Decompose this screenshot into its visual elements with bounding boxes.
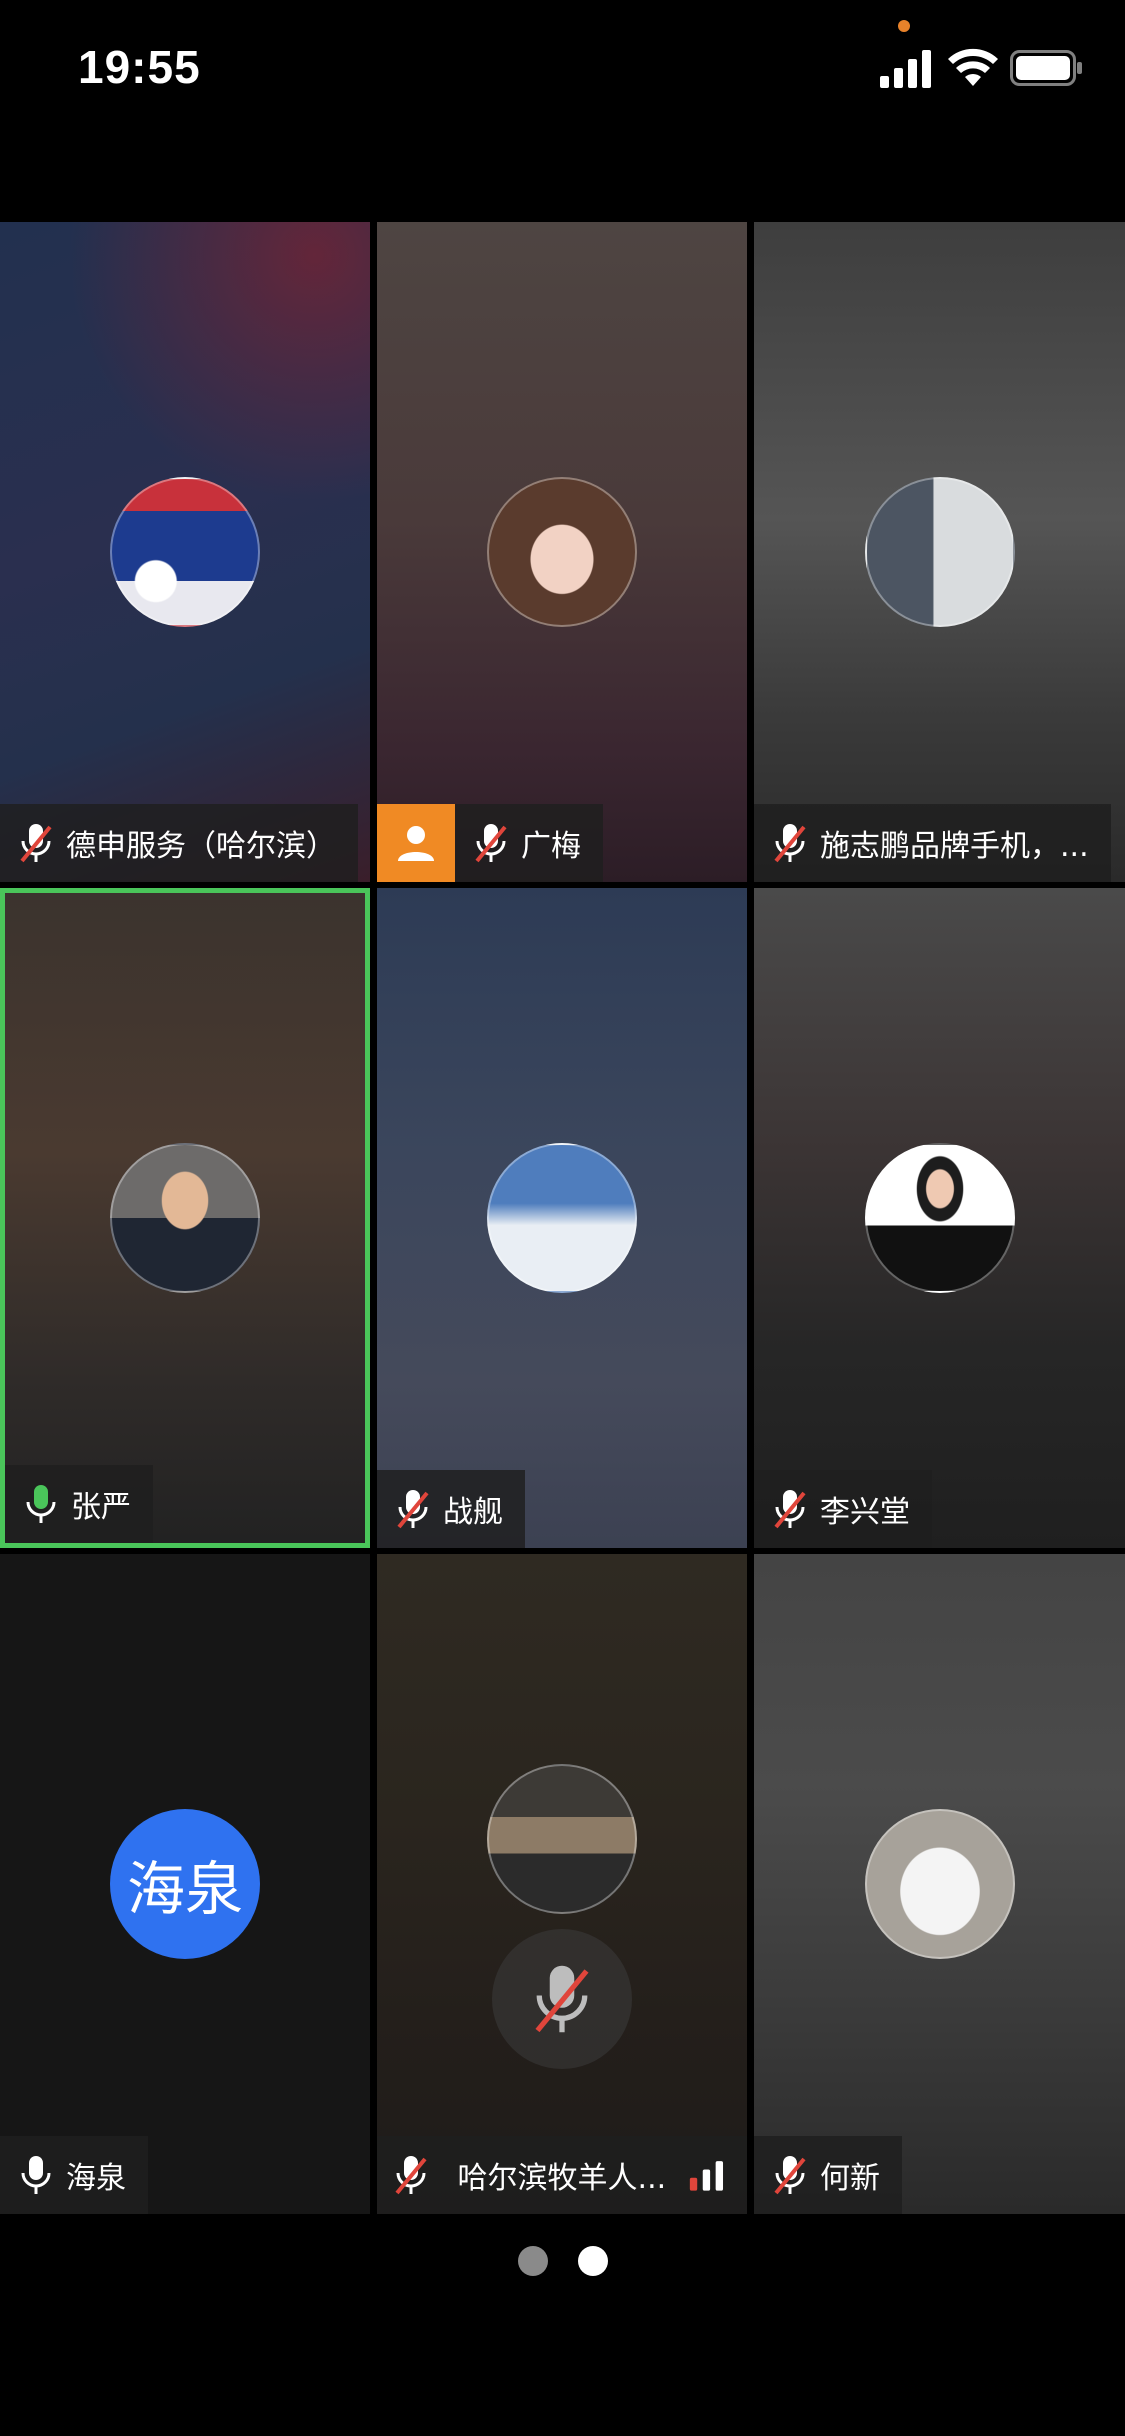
participant-tile[interactable]: 哈尔滨牧羊人...: [377, 1554, 747, 2214]
network-quality-icon: [689, 2161, 724, 2191]
participant-tile[interactable]: 李兴堂: [754, 888, 1125, 1548]
mic-unmuted-icon: [14, 2151, 58, 2199]
page-dot-1[interactable]: [517, 2246, 548, 2276]
participant-nameplate: 何新: [754, 2136, 902, 2214]
participant-name: 李兴堂: [820, 1495, 910, 1530]
wifi-icon: [948, 48, 998, 86]
page-indicator[interactable]: [0, 2246, 1125, 2276]
status-bar: 19:55: [0, 0, 1125, 140]
participant-nameplate: 德申服务（哈尔滨）: [0, 804, 358, 882]
mic-muted-icon: [768, 1485, 812, 1533]
participant-name: 战舰: [443, 1495, 503, 1530]
person-icon: [398, 826, 434, 861]
participant-tile[interactable]: 何新: [754, 1554, 1125, 2214]
status-time: 19:55: [78, 41, 201, 93]
participant-nameplate: 海泉: [0, 2136, 148, 2214]
mic-muted-icon: [391, 2151, 432, 2199]
participant-nameplate: 张严: [5, 1465, 153, 1543]
participant-avatar: [864, 477, 1015, 627]
participant-avatar: [864, 1143, 1015, 1293]
participant-avatar: [487, 477, 637, 627]
mic-muted-icon: [768, 2151, 812, 2199]
participant-name: 施志鹏品牌手机，...: [820, 829, 1089, 864]
participant-nameplate: 战舰: [377, 1470, 525, 1548]
participant-avatar: [864, 1809, 1015, 1959]
participant-name: 张严: [71, 1490, 131, 1525]
participant-nameplate: 广梅: [377, 804, 603, 882]
participant-avatar: [110, 1143, 260, 1293]
participant-tile[interactable]: 海泉 海泉: [0, 1554, 370, 2214]
participant-name: 海泉: [66, 2161, 126, 2196]
page-dot-2-current[interactable]: [577, 2246, 608, 2276]
mic-muted-overlay-icon: [492, 1929, 632, 2069]
participant-nameplate: 施志鹏品牌手机，...: [754, 804, 1111, 882]
participant-nameplate: 李兴堂: [754, 1470, 932, 1548]
participant-avatar: [110, 477, 260, 627]
mic-muted-icon: [469, 819, 513, 867]
participant-letter-avatar: 海泉: [110, 1809, 260, 1959]
mic-muted-icon: [14, 819, 58, 867]
mic-active-icon: [19, 1480, 63, 1528]
participant-tile[interactable]: 战舰: [377, 888, 747, 1548]
participant-tile[interactable]: 施志鹏品牌手机，...: [754, 222, 1125, 882]
participant-tile[interactable]: 广梅: [377, 222, 747, 882]
participant-nameplate: 哈尔滨牧羊人...: [377, 2136, 747, 2214]
battery-icon: [1010, 50, 1082, 86]
participant-name: 广梅: [521, 829, 581, 864]
participant-avatar: [487, 1143, 637, 1293]
cellular-signal-icon: [880, 50, 931, 88]
mic-muted-icon: [768, 819, 812, 867]
participant-tile[interactable]: 德申服务（哈尔滨）: [0, 222, 370, 882]
recording-indicator-dot: [898, 20, 910, 32]
camera-off-badge: [377, 804, 455, 882]
participant-name: 德申服务（哈尔滨）: [66, 829, 336, 864]
participant-avatar: [487, 1764, 637, 1914]
participant-tile-active-speaker[interactable]: 张严: [0, 888, 370, 1548]
participant-name: 何新: [820, 2161, 880, 2196]
participant-name: 哈尔滨牧羊人...: [457, 2161, 667, 2196]
mic-muted-icon: [391, 1485, 435, 1533]
